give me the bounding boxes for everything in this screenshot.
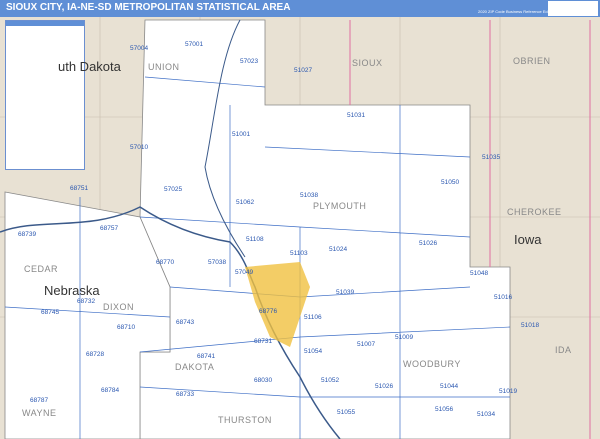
zip-label: 51048 bbox=[470, 270, 489, 277]
zip-label: 68739 bbox=[18, 231, 37, 238]
zip-label: 68770 bbox=[156, 259, 175, 266]
zip-label: 57023 bbox=[240, 58, 259, 65]
map-legend bbox=[5, 20, 85, 170]
zip-label: 68710 bbox=[117, 324, 136, 331]
zip-label: 51027 bbox=[294, 67, 313, 74]
zip-label: 68745 bbox=[41, 309, 60, 316]
county-label: PLYMOUTH bbox=[313, 201, 367, 211]
state-label: Nebraska bbox=[44, 283, 100, 298]
zip-label: 51031 bbox=[347, 112, 366, 119]
county-label: UNION bbox=[148, 62, 180, 72]
zip-label: 51026 bbox=[375, 383, 394, 390]
zip-label: 68743 bbox=[176, 319, 195, 326]
zip-label: 51055 bbox=[337, 409, 356, 416]
county-label: SIOUX bbox=[352, 58, 383, 68]
county-label: DIXON bbox=[103, 302, 135, 312]
county-label: IDA bbox=[555, 345, 572, 355]
zip-label: 57001 bbox=[185, 41, 204, 48]
county-label: WOODBURY bbox=[403, 359, 461, 369]
map-canvas[interactable] bbox=[0, 17, 600, 439]
zip-label: 68030 bbox=[254, 377, 273, 384]
zip-label: 51016 bbox=[494, 294, 513, 301]
zip-label: 57038 bbox=[208, 259, 227, 266]
zip-label: 51018 bbox=[521, 322, 540, 329]
state-label: uth Dakota bbox=[58, 59, 121, 74]
market-maps-logo bbox=[548, 1, 598, 16]
zip-label: 68784 bbox=[101, 387, 120, 394]
zip-label: 51050 bbox=[441, 179, 460, 186]
zip-label: 51062 bbox=[236, 199, 255, 206]
zip-label: 68741 bbox=[197, 353, 216, 360]
zip-label: 57049 bbox=[235, 269, 254, 276]
zip-label: 51044 bbox=[440, 383, 459, 390]
title-bar: SIOUX CITY, IA-NE-SD METROPOLITAN STATIS… bbox=[0, 0, 600, 17]
state-label: Iowa bbox=[514, 232, 542, 247]
zip-label: 51019 bbox=[499, 388, 518, 395]
zip-label: 51108 bbox=[246, 236, 264, 243]
zip-label: 51038 bbox=[300, 192, 319, 199]
county-label: WAYNE bbox=[22, 408, 57, 418]
zip-label: 51054 bbox=[304, 348, 323, 355]
county-label: DAKOTA bbox=[175, 362, 215, 372]
zip-label: 51056 bbox=[435, 406, 454, 413]
county-label: THURSTON bbox=[218, 415, 272, 425]
zip-label: 68776 bbox=[259, 308, 278, 315]
county-label: OBRIEN bbox=[513, 56, 551, 66]
zip-label: 57010 bbox=[130, 144, 149, 151]
edition-label: 2020 ZIP Code Business Reference Edition bbox=[478, 9, 556, 14]
zip-label: 57025 bbox=[164, 186, 183, 193]
zip-label: 51052 bbox=[321, 377, 340, 384]
zip-label: 51024 bbox=[329, 246, 348, 253]
zip-label: 51026 bbox=[419, 240, 438, 247]
zip-label: 51007 bbox=[357, 341, 376, 348]
zip-label: 51034 bbox=[477, 411, 496, 418]
zip-label: 68731 bbox=[254, 338, 273, 345]
zip-label: 51009 bbox=[395, 334, 414, 341]
zip-label: 68751 bbox=[70, 185, 89, 192]
zip-label: 51039 bbox=[336, 289, 355, 296]
zip-label: 68787 bbox=[30, 397, 49, 404]
zip-label: 68728 bbox=[86, 351, 105, 358]
zip-label: 51106 bbox=[304, 314, 322, 321]
zip-label: 51001 bbox=[232, 131, 251, 138]
county-label: CHEROKEE bbox=[507, 207, 562, 217]
zip-label: 51103 bbox=[290, 250, 308, 257]
zip-label: 68757 bbox=[100, 225, 119, 232]
map-title: SIOUX CITY, IA-NE-SD METROPOLITAN STATIS… bbox=[6, 2, 291, 13]
zip-label: 68732 bbox=[77, 298, 96, 305]
county-label: CEDAR bbox=[24, 264, 59, 274]
zip-label: 68733 bbox=[176, 391, 195, 398]
zip-label: 57004 bbox=[130, 45, 149, 52]
zip-label: 51035 bbox=[482, 154, 501, 161]
